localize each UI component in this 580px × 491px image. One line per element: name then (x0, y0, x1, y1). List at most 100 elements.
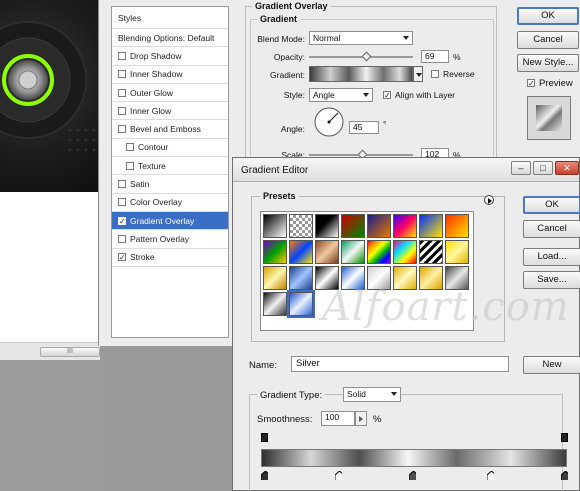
style-item-label: Outer Glow (130, 87, 173, 98)
style-checkbox[interactable]: ✓ (118, 253, 126, 262)
gradient-swatch[interactable] (309, 66, 413, 82)
gradient-dropdown[interactable] (413, 66, 423, 82)
style-item[interactable]: Inner Shadow (112, 66, 228, 84)
style-item[interactable]: Color Overlay (112, 194, 228, 212)
color-stop-1[interactable] (261, 471, 268, 480)
new-gradient-button[interactable]: New (523, 356, 580, 374)
preset-swatch[interactable] (445, 214, 469, 238)
preset-swatch[interactable] (289, 266, 313, 290)
preset-swatch[interactable] (287, 290, 315, 318)
presets-menu-button[interactable] (484, 195, 494, 205)
preset-swatch[interactable] (393, 266, 417, 290)
preset-swatch[interactable] (315, 240, 339, 264)
preset-swatch[interactable] (341, 266, 365, 290)
reverse-checkbox[interactable] (431, 70, 439, 78)
opacity-stop-right[interactable] (561, 433, 568, 442)
style-checkbox[interactable] (118, 70, 126, 79)
opacity-slider-knob[interactable] (361, 51, 372, 62)
style-item[interactable]: Bevel and Emboss (112, 120, 228, 139)
styles-list: Styles Blending Options: Default Drop Sha… (111, 6, 229, 338)
color-stop-2[interactable] (335, 471, 342, 480)
preset-swatch[interactable] (445, 240, 469, 264)
gradient-type-group (249, 394, 563, 491)
gradient-group: Gradient Blend Mode: Normal Opacity: 69 … (250, 14, 494, 164)
ge-cancel-button[interactable]: Cancel (523, 220, 580, 238)
load-button[interactable]: Load... (523, 248, 580, 266)
style-checkbox[interactable] (118, 234, 126, 243)
preset-swatch[interactable] (263, 240, 287, 264)
style-checkbox[interactable] (118, 198, 126, 207)
preset-swatch[interactable] (393, 240, 417, 264)
preset-swatch[interactable] (341, 214, 365, 238)
style-item-label: Color Overlay (130, 197, 182, 208)
style-checkbox[interactable] (118, 180, 126, 189)
smoothness-stepper[interactable] (355, 411, 367, 426)
blend-mode-select[interactable]: Normal (309, 31, 413, 45)
preset-swatch[interactable] (263, 292, 287, 316)
preset-swatch[interactable] (367, 266, 391, 290)
new-style-button[interactable]: New Style... (517, 54, 579, 72)
style-item[interactable]: Contour (112, 139, 228, 158)
gradient-editor-titlebar[interactable]: Gradient Editor – □ ✕ (233, 158, 579, 182)
ok-button[interactable]: OK (517, 7, 579, 25)
style-item[interactable]: Inner Glow (112, 102, 228, 121)
style-checkbox[interactable] (126, 143, 134, 152)
ge-ok-button[interactable]: OK (523, 196, 580, 214)
style-checkbox[interactable] (118, 125, 126, 134)
angle-input[interactable]: 45 (349, 121, 379, 134)
opacity-stop-left[interactable] (261, 433, 268, 442)
preset-swatch[interactable] (445, 266, 469, 290)
smoothness-input[interactable]: 100 (321, 411, 355, 426)
preview-checkbox[interactable]: ✓ (527, 79, 535, 88)
preset-swatch[interactable] (419, 266, 443, 290)
close-button[interactable]: ✕ (555, 161, 579, 175)
gradient-ramp-bar[interactable] (261, 449, 567, 467)
style-item-label: Texture (138, 160, 166, 171)
maximize-button[interactable]: □ (533, 161, 553, 175)
save-button[interactable]: Save... (523, 271, 580, 289)
preset-swatch[interactable] (315, 214, 339, 238)
style-item[interactable]: Drop Shadow (112, 47, 228, 66)
align-with-layer-checkbox[interactable]: ✓ (383, 91, 391, 100)
preset-swatch[interactable] (367, 214, 391, 238)
preset-swatch[interactable] (315, 266, 339, 290)
color-stop-4[interactable] (487, 471, 494, 480)
style-item[interactable]: ✓ Stroke (112, 249, 228, 267)
minimize-button[interactable]: – (511, 161, 531, 175)
style-item[interactable]: ✓ Gradient Overlay (112, 211, 228, 231)
chevron-down-icon (363, 93, 369, 97)
style-checkbox[interactable]: ✓ (118, 216, 126, 225)
preset-swatch[interactable] (367, 240, 391, 264)
style-checkbox[interactable] (118, 88, 126, 97)
style-checkbox[interactable] (118, 51, 126, 60)
preset-swatch[interactable] (341, 240, 365, 264)
style-select[interactable]: Angle (309, 88, 373, 102)
style-checkbox[interactable] (118, 106, 126, 115)
angle-dial[interactable] (313, 106, 345, 138)
style-item[interactable]: Blending Options: Default (112, 29, 228, 48)
preset-swatch[interactable] (289, 214, 313, 238)
opacity-input[interactable]: 69 (421, 50, 449, 63)
color-stop-5[interactable] (561, 471, 568, 480)
preset-swatch[interactable] (393, 214, 417, 238)
preset-swatch[interactable] (263, 214, 287, 238)
style-item[interactable]: Satin (112, 175, 228, 194)
horizontal-scrollbar[interactable]: III (0, 342, 100, 360)
scrollbar-thumb[interactable]: III (40, 347, 100, 357)
preset-swatch[interactable] (263, 266, 287, 290)
style-checkbox[interactable] (126, 161, 134, 170)
cancel-button[interactable]: Cancel (517, 31, 579, 49)
color-stop-3[interactable] (409, 471, 416, 480)
style-item[interactable]: Pattern Overlay (112, 230, 228, 249)
style-item[interactable]: Texture (112, 157, 228, 176)
name-input[interactable]: Silver (291, 356, 509, 372)
styles-header[interactable]: Styles (112, 7, 228, 29)
angle-unit: ° (383, 119, 387, 129)
style-item-label: Inner Shadow (130, 69, 183, 80)
preset-swatch[interactable] (419, 214, 443, 238)
preset-swatch[interactable] (289, 240, 313, 264)
gradient-overlay-group: Gradient Overlay Gradient Blend Mode: No… (245, 1, 497, 166)
gradient-type-select[interactable]: Solid (343, 387, 401, 402)
preset-swatch[interactable] (419, 240, 443, 264)
style-item[interactable]: Outer Glow (112, 84, 228, 103)
